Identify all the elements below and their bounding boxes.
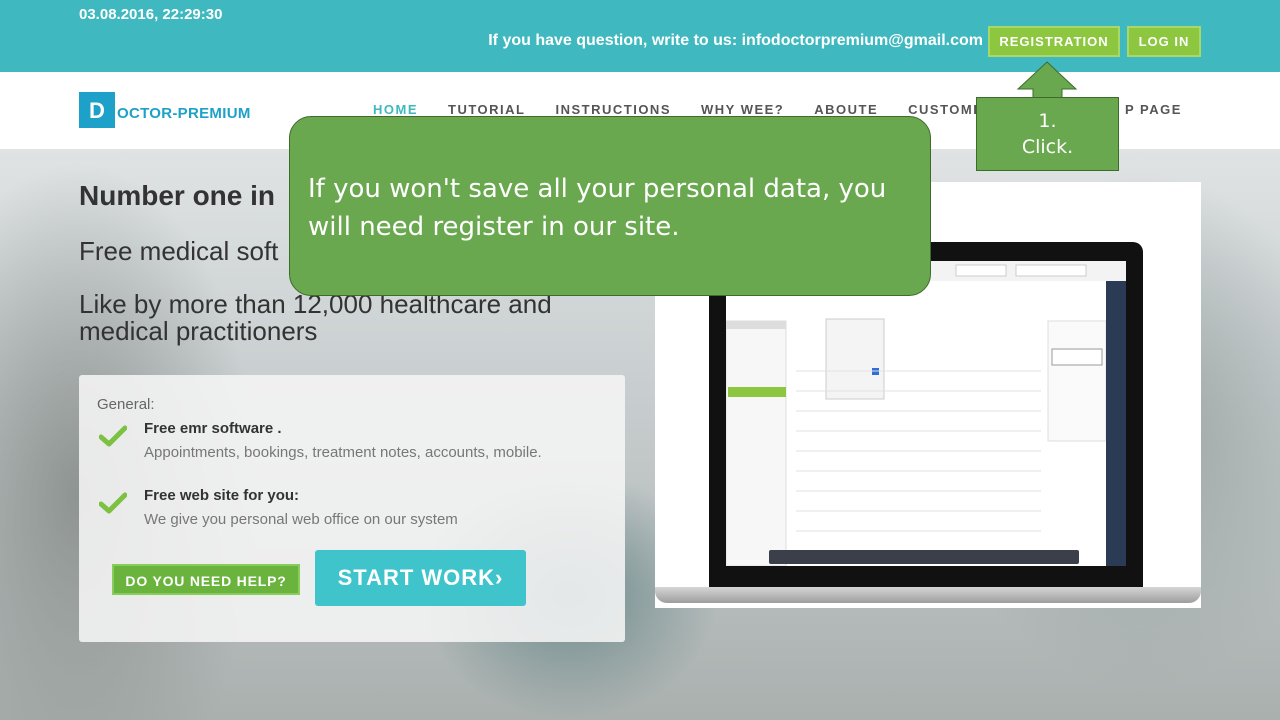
feature-desc: We give you personal web office on our s… [144, 511, 458, 528]
nav-item-why[interactable]: WHY WEE? [701, 102, 784, 117]
nav-item-tutorial[interactable]: TUTORIAL [448, 102, 525, 117]
checkmark-icon [99, 492, 127, 514]
laptop-screen [725, 261, 1126, 567]
step-number: 1. [1038, 110, 1057, 132]
logo-icon[interactable]: D [79, 92, 115, 128]
laptop-base [655, 587, 1201, 603]
tutorial-callout: If you won't save all your personal data… [289, 116, 931, 296]
feature-title: Free web site for you: [144, 487, 300, 504]
hero-title: Number one in [79, 180, 276, 211]
features-card: General: Free emr software . Appointment… [79, 375, 625, 642]
start-work-button[interactable]: START WORK› [315, 550, 526, 606]
nav-item-about[interactable]: ABOUTE [814, 102, 878, 117]
nav-item-page[interactable]: P PAGE [1125, 102, 1182, 117]
callout-text: If you won't save all your personal data… [308, 174, 887, 242]
nav-item-instructions[interactable]: INSTRUCTIONS [555, 102, 671, 117]
arrow-up-icon [1016, 61, 1078, 101]
step-callout: 1. Click. [976, 97, 1119, 171]
feature-desc: Appointments, bookings, treatment notes,… [144, 444, 542, 461]
login-button[interactable]: LOG IN [1127, 26, 1201, 57]
need-help-button[interactable]: DO YOU NEED HELP? [112, 564, 300, 595]
logo-text[interactable]: OCTOR-PREMIUM [117, 105, 251, 122]
hero-like-text: Like by more than 12,000 healthcare and … [79, 289, 552, 346]
dock-bar [769, 550, 1079, 564]
hero-subtitle: Free medical soft [79, 236, 279, 266]
app-screenshot-image [725, 261, 1126, 567]
datetime: 03.08.2016, 22:29:30 [79, 6, 223, 23]
nav-item-home[interactable]: HOME [373, 102, 418, 117]
contact-text: If you have question, write to us: infod… [488, 32, 983, 49]
general-label: General: [97, 396, 155, 413]
registration-button[interactable]: REGISTRATION [988, 26, 1120, 57]
step-action: Click. [1021, 136, 1074, 158]
checkmark-icon [99, 425, 127, 447]
feature-title: Free emr software . [144, 420, 282, 437]
main-nav: HOME TUTORIAL INSTRUCTIONS WHY WEE? ABOU… [373, 102, 1034, 117]
